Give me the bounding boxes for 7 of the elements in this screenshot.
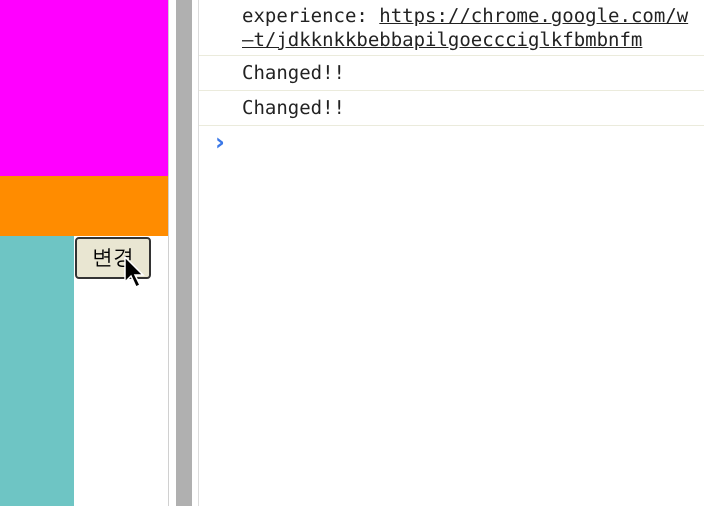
console-message: Changed!! — [242, 62, 345, 84]
splitter-bar[interactable] — [176, 0, 192, 506]
console-message: experience: — [242, 5, 369, 27]
console-link[interactable]: –t/jdkknkkbebbapilgoeccciglkfbmbnfm — [242, 29, 642, 51]
console-link[interactable]: https://chrome.google.com/w — [379, 5, 688, 27]
console-prompt[interactable]: › — [215, 128, 225, 156]
console-message: Changed!! — [242, 97, 345, 119]
